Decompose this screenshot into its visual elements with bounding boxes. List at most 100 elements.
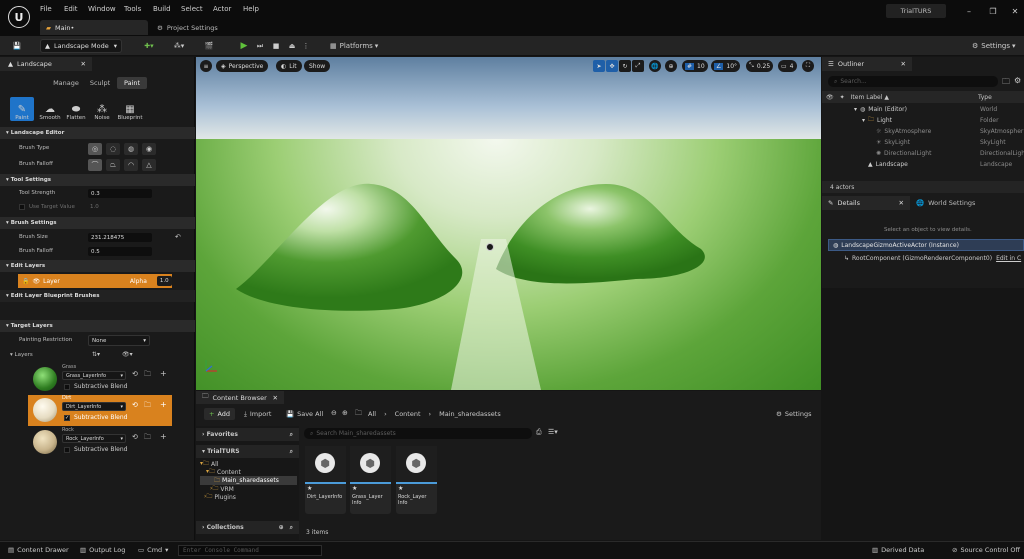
menu-build[interactable]: Build — [153, 5, 171, 13]
menu-edit[interactable]: Edit — [64, 5, 78, 13]
folder-icon[interactable]: 🗀 — [355, 409, 362, 420]
save-search-icon[interactable]: ⎙ — [536, 428, 542, 437]
mode-dropdown[interactable]: ▲ Landscape Mode ▾ — [40, 39, 122, 53]
outliner-row-light[interactable]: ▾ 🗀 Light Folder — [822, 115, 1024, 125]
scale-tool-icon[interactable]: ⤢ — [632, 60, 644, 72]
rotate-tool-icon[interactable]: ↻ — [619, 60, 631, 72]
asset-dirt-layerinfo[interactable]: ⬢ ★ Dirt_LayerInfo — [305, 446, 346, 514]
add-actor-icon[interactable]: ✚▾ — [140, 39, 158, 53]
show-button[interactable]: Show — [304, 60, 331, 72]
history-forward-icon[interactable]: ⊕ — [342, 409, 348, 417]
close-icon[interactable]: ✕ — [901, 60, 906, 68]
grid-snap-button[interactable]: #10 — [682, 60, 708, 72]
add-collection-icon[interactable]: ⊕ — [279, 524, 284, 531]
console-command-input[interactable]: Enter Console Command — [178, 545, 322, 556]
scale-snap-button[interactable]: ⤡ 0.25 — [746, 60, 774, 72]
perspective-button[interactable]: ◈ Perspective — [216, 60, 269, 72]
brush-size-field[interactable]: 231.218475 — [88, 233, 152, 242]
close-icon[interactable]: ✕ — [81, 60, 86, 68]
falloff-smooth-icon[interactable]: ⌒ — [88, 159, 102, 171]
history-back-icon[interactable]: ⊖ — [331, 409, 337, 417]
menu-tools[interactable]: Tools — [124, 5, 141, 13]
search-icon[interactable]: ⌕ — [290, 524, 293, 532]
root-component-row[interactable]: ↳ RootComponent (GizmoRendererComponent0… — [844, 253, 1024, 264]
tab-world-settings[interactable]: 🌐 World Settings — [912, 196, 975, 210]
settings-gear-icon[interactable]: ⚙ — [1014, 76, 1021, 85]
tool-smooth[interactable]: ☁ Smooth — [38, 97, 62, 121]
tool-blueprint[interactable]: ▦ Blueprint — [116, 97, 144, 121]
rotation-snap-button[interactable]: ∠ 10° — [711, 60, 741, 72]
add-plus-icon[interactable]: + — [160, 432, 167, 441]
visibility-eye-icon[interactable]: 👁 — [32, 278, 40, 285]
type-column[interactable]: Type — [978, 94, 992, 101]
menu-actor[interactable]: Actor — [213, 5, 231, 13]
mode-manage[interactable]: Manage — [48, 77, 84, 89]
lock-icon[interactable]: 🔒 — [22, 278, 29, 285]
browse-arrow-icon[interactable]: ⟲ — [132, 433, 138, 441]
content-drawer-button[interactable]: ▤ Content Drawer — [8, 546, 69, 554]
visibility-eye-icon[interactable]: 👁 — [826, 94, 834, 101]
save-icon[interactable]: 💾 — [10, 39, 24, 53]
asset-rock-layerinfo[interactable]: ⬢ ★ Rock_Layer Info — [396, 446, 437, 514]
browse-folder-icon[interactable]: 🗀 — [144, 370, 151, 381]
target-layer-dirt[interactable]: Dirt Dirt_LayerInfo ▾ ⟲ 🗀 + ✓ Subtractive… — [28, 395, 172, 426]
camera-speed-button[interactable]: ▭ 4 — [778, 60, 797, 72]
brush-alpha-icon[interactable]: ◌ — [106, 143, 120, 155]
close-icon[interactable]: ✕ — [273, 394, 278, 402]
hamburger-menu-icon[interactable]: ≡ — [200, 60, 212, 72]
asset-search-input[interactable]: ⌕ Search Main_sharedassets — [304, 428, 532, 439]
cinematics-icon[interactable]: 🎬 — [200, 39, 218, 53]
close-icon[interactable]: ✕ — [899, 199, 904, 207]
add-button[interactable]: + Add — [204, 408, 236, 420]
menu-window[interactable]: Window — [88, 5, 116, 13]
restore-icon[interactable]: ❐ — [986, 5, 1000, 17]
use-target-checkbox[interactable] — [19, 204, 25, 210]
tool-flatten[interactable]: ⬬ Flatten — [64, 97, 88, 121]
outliner-search-input[interactable]: ⌕ Search... — [828, 76, 998, 87]
painting-restriction-dropdown[interactable]: None ▾ — [88, 335, 150, 346]
pin-icon[interactable]: ✦ — [840, 94, 845, 101]
target-layer-grass[interactable]: Grass Grass_LayerInfo ▾ ⟲ 🗀 + Subtractive… — [28, 364, 172, 395]
cb-settings-button[interactable]: ⚙ Settings — [776, 408, 812, 420]
tab-details[interactable]: ✎ Details ✕ — [822, 196, 910, 210]
breadcrumb-all[interactable]: All — [368, 410, 376, 418]
reset-arrow-icon[interactable]: ↶ — [175, 233, 181, 241]
falloff-linear-icon[interactable]: ⏢ — [106, 159, 120, 171]
tool-paint[interactable]: ✎ Paint — [10, 97, 34, 121]
close-icon[interactable]: ✕ — [1008, 5, 1022, 17]
blueprint-icon[interactable]: ⁂▾ — [170, 39, 188, 53]
cmd-dropdown[interactable]: ▭ Cmd ▾ — [138, 546, 168, 554]
filter-icon[interactable]: ☰▾ — [548, 428, 558, 436]
platforms-button[interactable]: ▦ Platforms ▾ — [330, 39, 378, 53]
brush-pattern-icon[interactable]: ◍ — [124, 143, 138, 155]
step-icon[interactable]: ⏭ — [254, 39, 266, 53]
target-layer-rock[interactable]: Rock Rock_LayerInfo ▾ ⟲ 🗀 + Subtractive B… — [28, 427, 172, 458]
eject-icon[interactable]: ⏏ — [286, 39, 298, 53]
source-control-button[interactable]: ⊘ Source Control Off — [952, 546, 1020, 554]
grass-subtractive-checkbox[interactable] — [64, 384, 70, 390]
tab-main[interactable]: ▰ Main• — [40, 20, 148, 35]
import-button[interactable]: ⤓ Import — [244, 408, 271, 420]
derived-data-button[interactable]: ▥ Derived Data — [872, 546, 924, 554]
browse-folder-icon[interactable]: 🗀 — [144, 401, 151, 412]
edit-layer-row[interactable]: 🔒 👁 Layer Alpha 1.0 — [18, 274, 172, 288]
tool-strength-field[interactable]: 0.3 — [88, 189, 152, 198]
selected-actor-row[interactable]: ◍ LandscapeGizmoActiveActor (Instance) — [828, 239, 1024, 251]
browse-folder-icon[interactable]: 🗀 — [144, 433, 151, 444]
dirt-layerinfo-dropdown[interactable]: Dirt_LayerInfo ▾ — [62, 402, 126, 411]
brush-component-icon[interactable]: ◉ — [142, 143, 156, 155]
favorites-section[interactable]: › Favorites ⌕ — [196, 428, 299, 441]
unreal-logo-icon[interactable]: U — [8, 6, 30, 28]
falloff-tip-icon[interactable]: △ — [142, 159, 156, 171]
breadcrumb-content[interactable]: Content — [395, 410, 421, 418]
section-edit-layers[interactable]: ▾ Edit Layers — [0, 260, 195, 272]
lit-button[interactable]: ◐ Lit — [276, 60, 302, 72]
add-folder-icon[interactable]: 🗀 — [1002, 76, 1010, 90]
menu-help[interactable]: Help — [243, 5, 259, 13]
browse-arrow-icon[interactable]: ⟲ — [132, 370, 138, 378]
tab-outliner[interactable]: ☰ Outliner ✕ — [822, 57, 912, 71]
visibility-eye-icon[interactable]: 👁▾ — [122, 351, 133, 358]
search-icon[interactable]: ⌕ — [290, 431, 293, 439]
item-label-column[interactable]: Item Label ▲ — [851, 94, 889, 101]
brush-falloff-field[interactable]: 0.5 — [88, 247, 152, 256]
